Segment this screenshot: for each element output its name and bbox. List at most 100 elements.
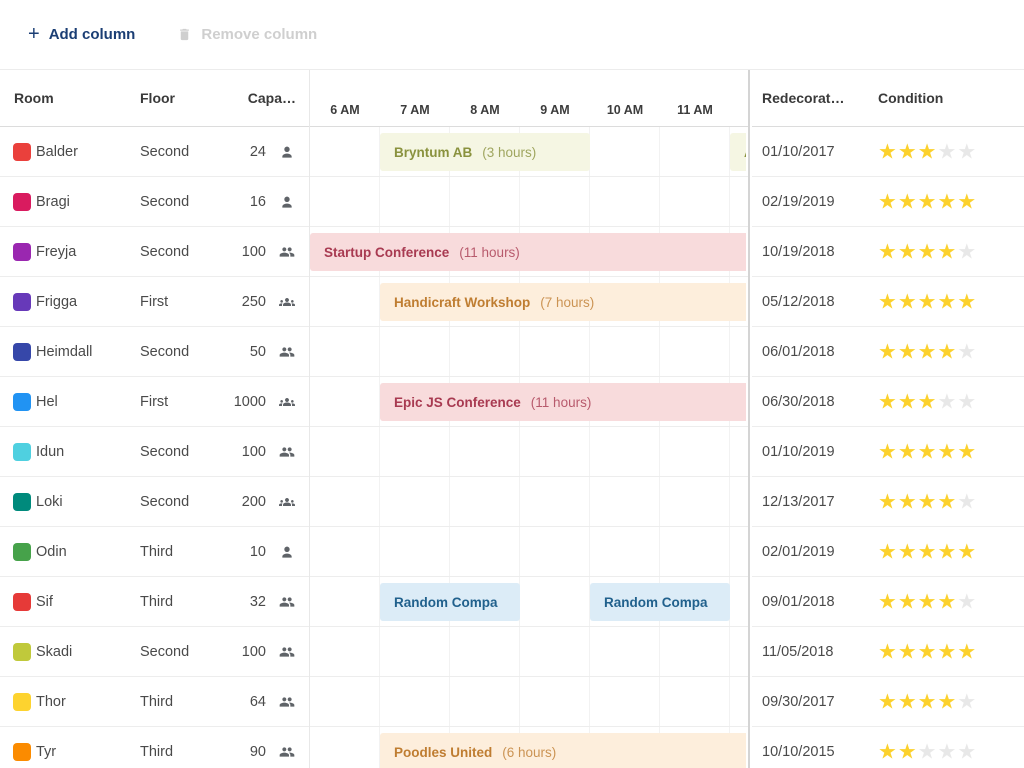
star-filled-icon[interactable]: ★ — [878, 640, 898, 663]
room-row[interactable]: BalderSecond24 — [0, 127, 309, 177]
room-row[interactable]: OdinThird10 — [0, 527, 309, 577]
star-empty-icon[interactable]: ★ — [957, 740, 977, 763]
column-header-floor[interactable]: Floor — [140, 90, 175, 106]
time-header-8-am[interactable]: 8 AM — [450, 103, 520, 126]
room-row[interactable]: HelFirst1000 — [0, 377, 309, 427]
room-row[interactable]: IdunSecond100 — [0, 427, 309, 477]
room-row[interactable]: HeimdallSecond50 — [0, 327, 309, 377]
star-filled-icon[interactable]: ★ — [937, 340, 957, 363]
star-empty-icon[interactable]: ★ — [957, 140, 977, 163]
time-header-11-am[interactable]: 11 AM — [660, 103, 730, 126]
rating-stars[interactable]: ★★★★★ — [878, 191, 977, 212]
star-filled-icon[interactable]: ★ — [898, 340, 918, 363]
star-filled-icon[interactable]: ★ — [957, 640, 977, 663]
rating-stars[interactable]: ★★★★★ — [878, 741, 977, 762]
rating-stars[interactable]: ★★★★★ — [878, 441, 977, 462]
info-row[interactable]: 05/12/2018★★★★★ — [752, 277, 1024, 327]
star-filled-icon[interactable]: ★ — [937, 490, 957, 513]
room-row[interactable]: SifThird32 — [0, 577, 309, 627]
star-filled-icon[interactable]: ★ — [918, 340, 938, 363]
room-row[interactable]: FreyjaSecond100 — [0, 227, 309, 277]
star-filled-icon[interactable]: ★ — [898, 740, 918, 763]
star-empty-icon[interactable]: ★ — [937, 140, 957, 163]
star-filled-icon[interactable]: ★ — [918, 390, 938, 413]
info-row[interactable]: 10/19/2018★★★★★ — [752, 227, 1024, 277]
rating-stars[interactable]: ★★★★★ — [878, 491, 977, 512]
room-row[interactable]: SkadiSecond100 — [0, 627, 309, 677]
star-filled-icon[interactable]: ★ — [918, 540, 938, 563]
star-filled-icon[interactable]: ★ — [878, 740, 898, 763]
star-empty-icon[interactable]: ★ — [937, 740, 957, 763]
star-filled-icon[interactable]: ★ — [878, 340, 898, 363]
room-row[interactable]: FriggaFirst250 — [0, 277, 309, 327]
rating-stars[interactable]: ★★★★★ — [878, 341, 977, 362]
star-filled-icon[interactable]: ★ — [898, 590, 918, 613]
star-empty-icon[interactable]: ★ — [918, 740, 938, 763]
event-bar[interactable]: Random Compa — [590, 583, 730, 621]
star-filled-icon[interactable]: ★ — [898, 190, 918, 213]
star-filled-icon[interactable]: ★ — [937, 640, 957, 663]
info-row[interactable]: 09/30/2017★★★★★ — [752, 677, 1024, 727]
time-header-10-am[interactable]: 10 AM — [590, 103, 660, 126]
room-row[interactable]: ThorThird64 — [0, 677, 309, 727]
star-filled-icon[interactable]: ★ — [957, 440, 977, 463]
star-empty-icon[interactable]: ★ — [957, 340, 977, 363]
rating-stars[interactable]: ★★★★★ — [878, 591, 977, 612]
star-empty-icon[interactable]: ★ — [957, 690, 977, 713]
star-filled-icon[interactable]: ★ — [937, 440, 957, 463]
star-filled-icon[interactable]: ★ — [878, 490, 898, 513]
info-row[interactable]: 09/01/2018★★★★★ — [752, 577, 1024, 627]
time-header-9-am[interactable]: 9 AM — [520, 103, 590, 126]
rating-stars[interactable]: ★★★★★ — [878, 141, 977, 162]
info-row[interactable]: 11/05/2018★★★★★ — [752, 627, 1024, 677]
star-filled-icon[interactable]: ★ — [918, 140, 938, 163]
star-filled-icon[interactable]: ★ — [918, 640, 938, 663]
star-filled-icon[interactable]: ★ — [918, 190, 938, 213]
info-row[interactable]: 12/13/2017★★★★★ — [752, 477, 1024, 527]
column-header-room[interactable]: Room — [14, 90, 54, 106]
event-bar[interactable]: Startup Conference(11 hours) — [310, 233, 746, 271]
rating-stars[interactable]: ★★★★★ — [878, 241, 977, 262]
rating-stars[interactable]: ★★★★★ — [878, 391, 977, 412]
star-filled-icon[interactable]: ★ — [878, 190, 898, 213]
rating-stars[interactable]: ★★★★★ — [878, 291, 977, 312]
star-filled-icon[interactable]: ★ — [878, 290, 898, 313]
star-filled-icon[interactable]: ★ — [918, 690, 938, 713]
star-filled-icon[interactable]: ★ — [937, 290, 957, 313]
star-filled-icon[interactable]: ★ — [898, 240, 918, 263]
info-row[interactable]: 06/30/2018★★★★★ — [752, 377, 1024, 427]
remove-column-button[interactable]: Remove column — [177, 26, 317, 43]
info-row[interactable]: 01/10/2017★★★★★ — [752, 127, 1024, 177]
star-empty-icon[interactable]: ★ — [957, 390, 977, 413]
info-row[interactable]: 02/01/2019★★★★★ — [752, 527, 1024, 577]
star-filled-icon[interactable]: ★ — [957, 190, 977, 213]
star-filled-icon[interactable]: ★ — [957, 540, 977, 563]
star-filled-icon[interactable]: ★ — [937, 240, 957, 263]
rating-stars[interactable]: ★★★★★ — [878, 541, 977, 562]
star-filled-icon[interactable]: ★ — [898, 490, 918, 513]
star-filled-icon[interactable]: ★ — [878, 440, 898, 463]
room-row[interactable]: LokiSecond200 — [0, 477, 309, 527]
star-filled-icon[interactable]: ★ — [898, 690, 918, 713]
star-filled-icon[interactable]: ★ — [937, 190, 957, 213]
info-row[interactable]: 06/01/2018★★★★★ — [752, 327, 1024, 377]
event-bar[interactable]: A — [730, 133, 746, 171]
column-header-capacity[interactable]: Capa… — [248, 90, 296, 106]
star-filled-icon[interactable]: ★ — [898, 290, 918, 313]
column-header-condition[interactable]: Condition — [878, 90, 943, 106]
star-filled-icon[interactable]: ★ — [918, 290, 938, 313]
info-row[interactable]: 02/19/2019★★★★★ — [752, 177, 1024, 227]
star-filled-icon[interactable]: ★ — [878, 690, 898, 713]
star-filled-icon[interactable]: ★ — [898, 440, 918, 463]
event-bar[interactable]: Handicraft Workshop(7 hours) — [380, 283, 746, 321]
star-filled-icon[interactable]: ★ — [957, 290, 977, 313]
star-empty-icon[interactable]: ★ — [957, 590, 977, 613]
rating-stars[interactable]: ★★★★★ — [878, 691, 977, 712]
event-bar[interactable]: Epic JS Conference(11 hours) — [380, 383, 746, 421]
star-filled-icon[interactable]: ★ — [918, 490, 938, 513]
event-bar[interactable]: Bryntum AB(3 hours) — [380, 133, 590, 171]
time-header-6-am[interactable]: 6 AM — [310, 103, 380, 126]
star-filled-icon[interactable]: ★ — [918, 590, 938, 613]
star-filled-icon[interactable]: ★ — [878, 540, 898, 563]
star-filled-icon[interactable]: ★ — [918, 240, 938, 263]
